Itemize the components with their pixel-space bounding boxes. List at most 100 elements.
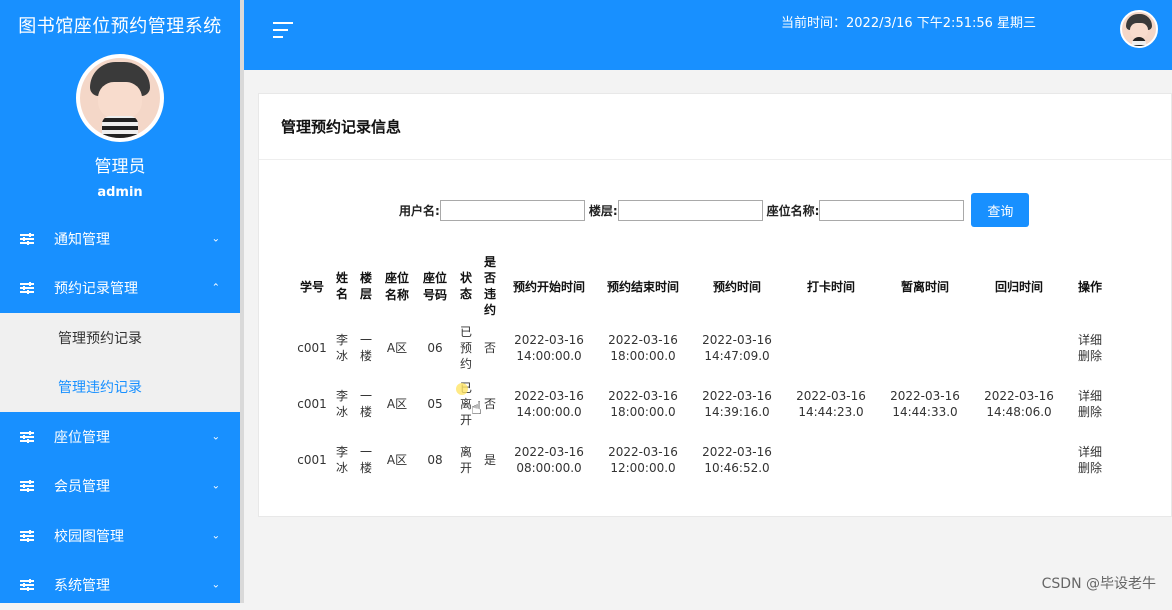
sliders-icon [20,282,34,294]
sidebar-item-1[interactable]: 预约记录管理 ⌃ [0,264,240,314]
username-input[interactable] [440,200,585,221]
detail-link[interactable]: 详细 [1066,388,1114,404]
cell-id: c001 [294,376,330,432]
app-title: 图书馆座位预约管理系统 [0,0,240,50]
current-time: 当前时间：2022/3/16 下午2:51:56 星期三 [781,12,1036,31]
cell-seat-name: A区 [378,320,416,376]
sidebar-item-3[interactable]: 会员管理⌄ [0,462,240,512]
cell-seat-name: A区 [378,376,416,432]
sliders-icon [20,431,34,443]
sidebar-item-label: 预约记录管理 [54,278,138,298]
chevron-down-icon: ⌄ [212,580,220,591]
cell-floor: 一楼 [354,376,378,432]
table-row: c001李冰一楼A区06已预约否2022-03-16 14:00:00.0202… [294,320,1114,376]
table-header-row: 学号姓名楼层座位名称座位号码状态是否违约预约开始时间预约结束时间预约时间打卡时间… [294,252,1114,320]
column-header: 座位号码 [416,252,454,320]
sidebar: 图书馆座位预约管理系统 管理员 admin 通知管理⌄ 预约记录管理 ⌃ 管理预约记录… [0,0,240,603]
top-header: 当前时间：2022/3/16 下午2:51:56 星期三 [244,0,1172,70]
sliders-icon [20,579,34,591]
cell-status: 已预约 [454,320,478,376]
chevron-down-icon: ⌄ [212,481,220,492]
cell-actions: 详细删除 [1066,432,1114,488]
delete-link[interactable]: 删除 [1066,460,1114,476]
chevron-down-icon: ⌄ [212,233,220,244]
floor-label: 楼层: [589,202,618,219]
watermark: CSDN @毕设老牛 [1042,573,1156,593]
cell-actions: 详细删除 [1066,376,1114,432]
cell-booked: 2022-03-16 14:47:09.0 [690,320,784,376]
column-header: 座位名称 [378,252,416,320]
admin-avatar [76,54,164,142]
cell-booked: 2022-03-16 14:39:16.0 [690,376,784,432]
column-header: 学号 [294,252,330,320]
cell-return: 2022-03-16 14:48:06.0 [972,376,1066,432]
sidebar-item-2[interactable]: 座位管理 ⌄ [0,412,240,462]
column-header: 预约结束时间 [596,252,690,320]
cell-checkin [784,320,878,376]
cell-return [972,432,1066,488]
cell-end: 2022-03-16 18:00:00.0 [596,320,690,376]
user-role: 管理员 [0,152,240,177]
cell-name: 李冰 [330,376,354,432]
column-header: 暂离时间 [878,252,972,320]
menu-toggle-icon[interactable] [273,22,293,38]
username-label: 用户名: [399,202,440,219]
cell-id: c001 [294,320,330,376]
search-form: 用户名: 楼层: 座位名称: 查询 [399,193,1029,227]
cell-checkin [784,432,878,488]
hand-cursor-icon: ☝ [471,398,482,419]
column-header: 姓名 [330,252,354,320]
cell-floor: 一楼 [354,432,378,488]
cell-seat-no: 08 [416,432,454,488]
chevron-down-icon: ⌄ [212,530,220,541]
sliders-icon [20,233,34,245]
sidebar-item-0[interactable]: 通知管理⌄ [0,214,240,264]
cell-id: c001 [294,432,330,488]
floor-input[interactable] [618,200,763,221]
cell-seat-no: 06 [416,320,454,376]
column-header: 楼层 [354,252,378,320]
chevron-down-icon: ⌄ [212,431,220,442]
header-avatar[interactable] [1120,10,1158,48]
chevron-up-icon: ⌃ [212,283,220,294]
detail-link[interactable]: 详细 [1066,332,1114,348]
cell-start: 2022-03-16 14:00:00.0 [502,320,596,376]
cell-end: 2022-03-16 12:00:00.0 [596,432,690,488]
column-header: 操作 [1066,252,1114,320]
query-button[interactable]: 查询 [971,193,1029,227]
column-header: 预约时间 [690,252,784,320]
sidebar-menu: 通知管理⌄预约记录管理⌃管理预约记录管理违约记录座位管理⌄会员管理⌄校园图管理⌄… [0,214,240,610]
sidebar-item-label: 校园图管理 [54,526,124,546]
column-header: 打卡时间 [784,252,878,320]
cell-start: 2022-03-16 08:00:00.0 [502,432,596,488]
cell-seat-name: A区 [378,432,416,488]
column-header: 预约开始时间 [502,252,596,320]
column-header: 是否违约 [478,252,502,320]
cell-booked: 2022-03-16 10:46:52.0 [690,432,784,488]
submenu-item-1[interactable]: 管理违约记录 [0,363,240,413]
table-row: c001李冰一楼A区05已离开否2022-03-16 14:00:00.0202… [294,376,1114,432]
delete-link[interactable]: 删除 [1066,404,1114,420]
delete-link[interactable]: 删除 [1066,348,1114,364]
cell-name: 李冰 [330,432,354,488]
cell-name: 李冰 [330,320,354,376]
cell-end: 2022-03-16 18:00:00.0 [596,376,690,432]
submenu-item-0[interactable]: 管理预约记录 [0,313,240,363]
cell-status: 离开 [454,432,478,488]
cell-leave: 2022-03-16 14:44:33.0 [878,376,972,432]
sidebar-scrollbar[interactable] [240,0,244,603]
click-indicator [456,383,468,395]
sidebar-item-4[interactable]: 校园图管理 ⌄ [0,511,240,561]
table-row: c001李冰一楼A区08离开是2022-03-16 08:00:00.02022… [294,432,1114,488]
cell-violation: 是 [478,432,502,488]
table-body: c001李冰一楼A区06已预约否2022-03-16 14:00:00.0202… [294,320,1114,488]
cell-violation: 否 [478,320,502,376]
seat-name-input[interactable] [819,200,964,221]
cell-checkin: 2022-03-16 14:44:23.0 [784,376,878,432]
sliders-icon [20,480,34,492]
cell-actions: 详细删除 [1066,320,1114,376]
detail-link[interactable]: 详细 [1066,444,1114,460]
seat-name-label: 座位名称: [767,202,820,219]
user-account: admin [0,185,240,200]
sidebar-item-label: 座位管理 [54,427,110,447]
